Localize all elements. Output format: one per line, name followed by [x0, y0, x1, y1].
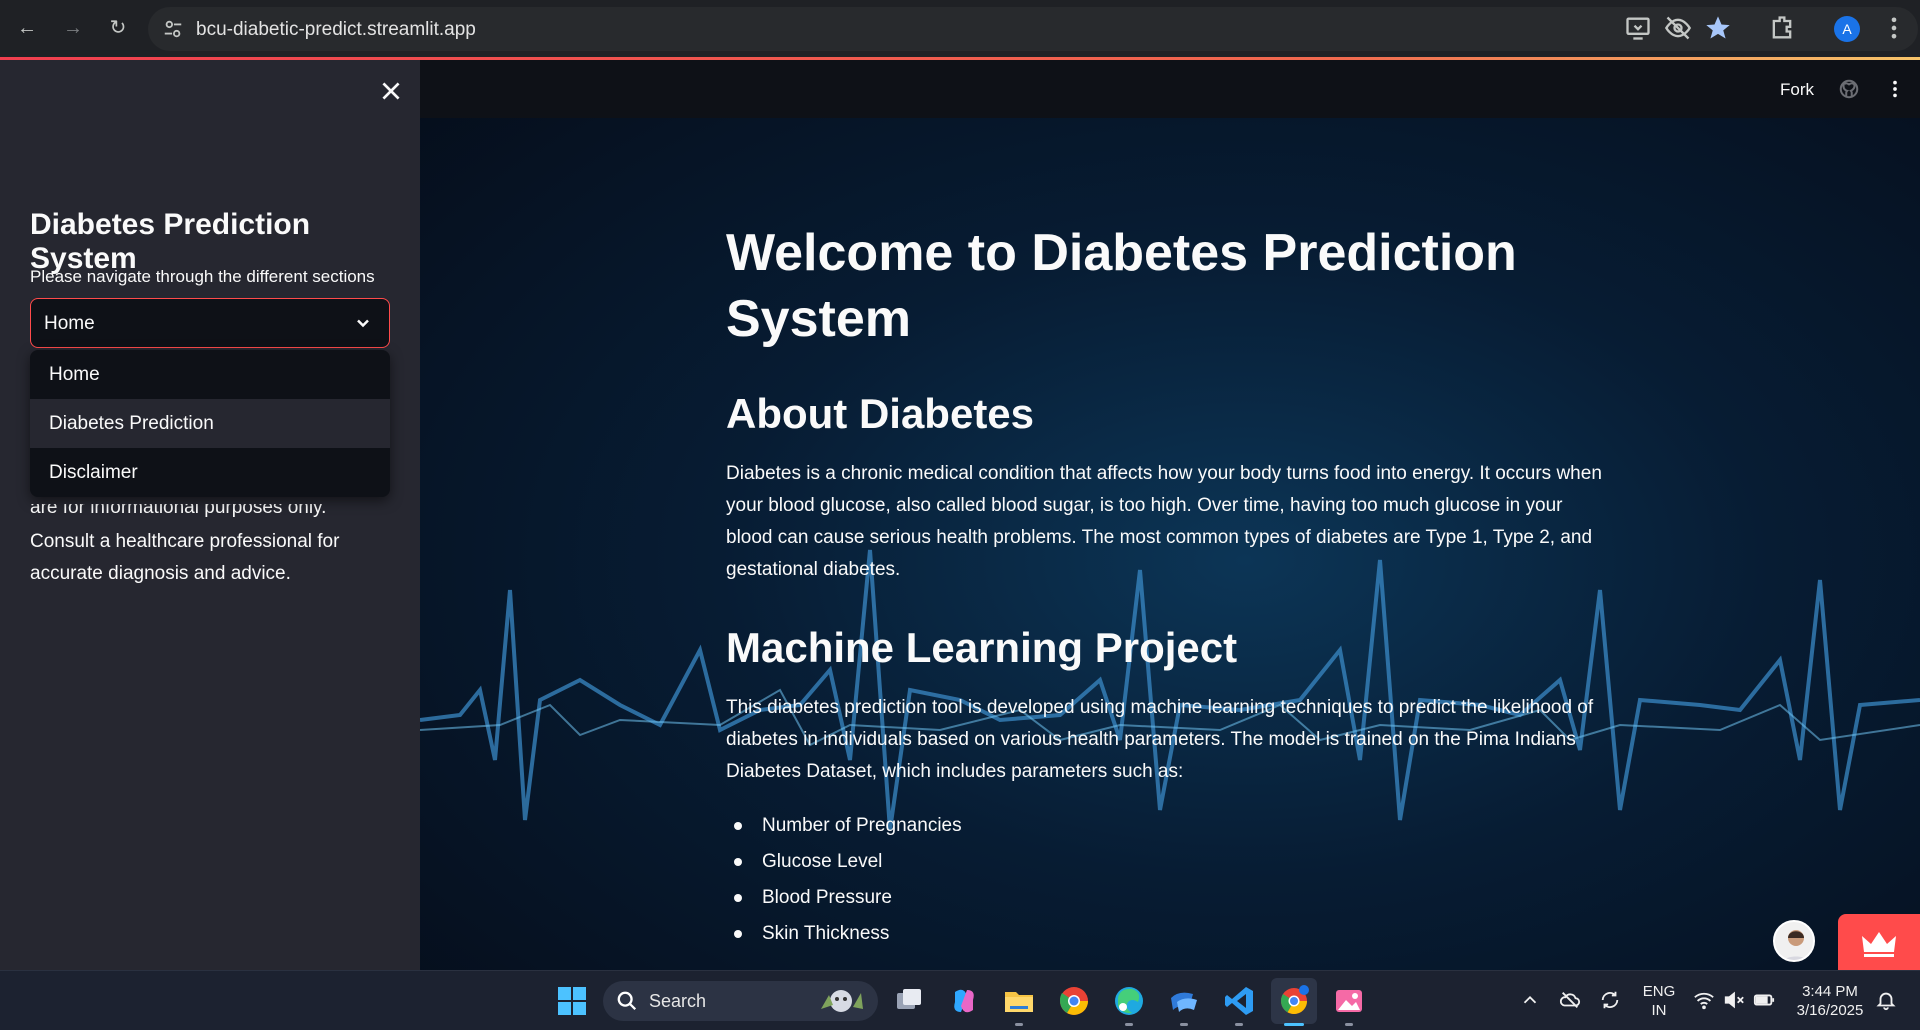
disclaimer-note: are for informational purposes only. Con…	[30, 504, 380, 590]
sync-icon[interactable]	[1599, 989, 1621, 1011]
chrome-profile-icon[interactable]	[1277, 984, 1311, 1018]
reload-icon[interactable]: ↻	[103, 13, 133, 43]
install-app-icon[interactable]	[1624, 14, 1652, 42]
search-icon	[617, 991, 637, 1011]
site-settings-icon[interactable]	[162, 18, 184, 40]
ml-heading: Machine Learning Project	[726, 624, 1238, 671]
battery-icon[interactable]	[1753, 989, 1775, 1011]
notification-bell-icon[interactable]	[1875, 989, 1897, 1011]
about-paragraph: Diabetes is a chronic medical condition …	[726, 463, 1602, 580]
fork-button[interactable]: Fork	[1780, 80, 1814, 100]
browser-toolbar: ← → ↻ bcu-diabetic-predict.streamlit.app…	[0, 0, 1920, 58]
onedrive-off-icon[interactable]	[1559, 989, 1581, 1011]
eye-off-icon[interactable]	[1664, 14, 1692, 42]
back-icon[interactable]: ←	[12, 13, 42, 43]
language-indicator[interactable]: ENG IN	[1642, 982, 1676, 1020]
photos-icon[interactable]	[1332, 984, 1366, 1018]
sidebar-title: Diabetes Prediction System	[30, 208, 311, 275]
note-line-2: accurate diagnosis and advice.	[30, 563, 291, 584]
navigation-select[interactable]: Home	[30, 298, 390, 348]
search-label: Search	[649, 991, 707, 1011]
edge-icon[interactable]	[1112, 984, 1146, 1018]
profile-avatar[interactable]: A	[1834, 16, 1860, 42]
clock[interactable]: 3:44 PM 3/16/2025	[1790, 982, 1870, 1020]
parameter-list: Number of Pregnancies Glucose Level Bloo…	[726, 808, 1606, 952]
list-item: Skin Thickness	[726, 916, 1606, 952]
windows-start-icon[interactable]	[555, 984, 589, 1018]
note-line-1: Consult a healthcare professional for	[30, 531, 340, 552]
chrome-icon[interactable]	[1057, 984, 1091, 1018]
option-disclaimer[interactable]: Disclaimer	[30, 448, 390, 497]
page-body: Welcome to Diabetes Prediction System Ab…	[726, 220, 1606, 952]
streamlit-crown-button[interactable]	[1838, 914, 1920, 970]
address-bar[interactable]: bcu-diabetic-predict.streamlit.app	[148, 7, 1918, 51]
github-icon[interactable]	[1838, 78, 1860, 100]
list-item: Glucose Level	[726, 844, 1606, 880]
browser-menu-icon[interactable]	[1880, 14, 1908, 42]
select-value: Home	[44, 313, 95, 334]
ml-paragraph: This diabetes prediction tool is develop…	[726, 697, 1594, 782]
bookmark-star-icon[interactable]	[1704, 14, 1732, 42]
close-sidebar-icon[interactable]	[378, 78, 404, 104]
about-heading: About Diabetes	[726, 390, 1035, 437]
windows-taskbar: Search ENG IN 3:44 PM 3/16/2025	[0, 970, 1920, 1030]
option-diabetes-prediction[interactable]: Diabetes Prediction	[30, 399, 390, 448]
sidebar: Diabetes Prediction System Please naviga…	[0, 60, 420, 970]
wifi-icon[interactable]	[1693, 989, 1715, 1011]
navigation-caption: Please navigate through the different se…	[30, 267, 375, 286]
search-highlight-icon	[821, 990, 863, 1012]
note-clipped-line: are for informational purposes only.	[30, 504, 327, 518]
crown-icon	[1862, 932, 1896, 957]
navigation-dropdown: Home Diabetes Prediction Disclaimer	[30, 350, 390, 497]
list-item: Blood Pressure	[726, 880, 1606, 916]
url-text: bcu-diabetic-predict.streamlit.app	[196, 19, 476, 40]
file-explorer-icon[interactable]	[1002, 984, 1036, 1018]
extensions-icon[interactable]	[1768, 14, 1796, 42]
viewer-avatar[interactable]	[1773, 920, 1815, 962]
vscode-icon[interactable]	[1222, 984, 1256, 1018]
taskbar-search[interactable]: Search	[603, 981, 878, 1021]
page-title: Welcome to Diabetes Prediction System	[726, 224, 1517, 348]
copilot-icon[interactable]	[947, 984, 981, 1018]
main-content: Fork Welcome to Diabetes Prediction Syst…	[420, 60, 1920, 970]
option-home[interactable]: Home	[30, 350, 390, 399]
app-menu-icon[interactable]	[1884, 78, 1906, 100]
task-view-icon[interactable]	[892, 984, 926, 1018]
app-header: Fork	[420, 60, 1920, 118]
list-item: Number of Pregnancies	[726, 808, 1606, 844]
forward-icon[interactable]: →	[58, 13, 88, 43]
volume-muted-icon[interactable]	[1723, 989, 1745, 1011]
chevron-up-icon[interactable]	[1519, 989, 1541, 1011]
remote-app-icon[interactable]	[1167, 984, 1201, 1018]
chevron-down-icon	[357, 319, 369, 328]
